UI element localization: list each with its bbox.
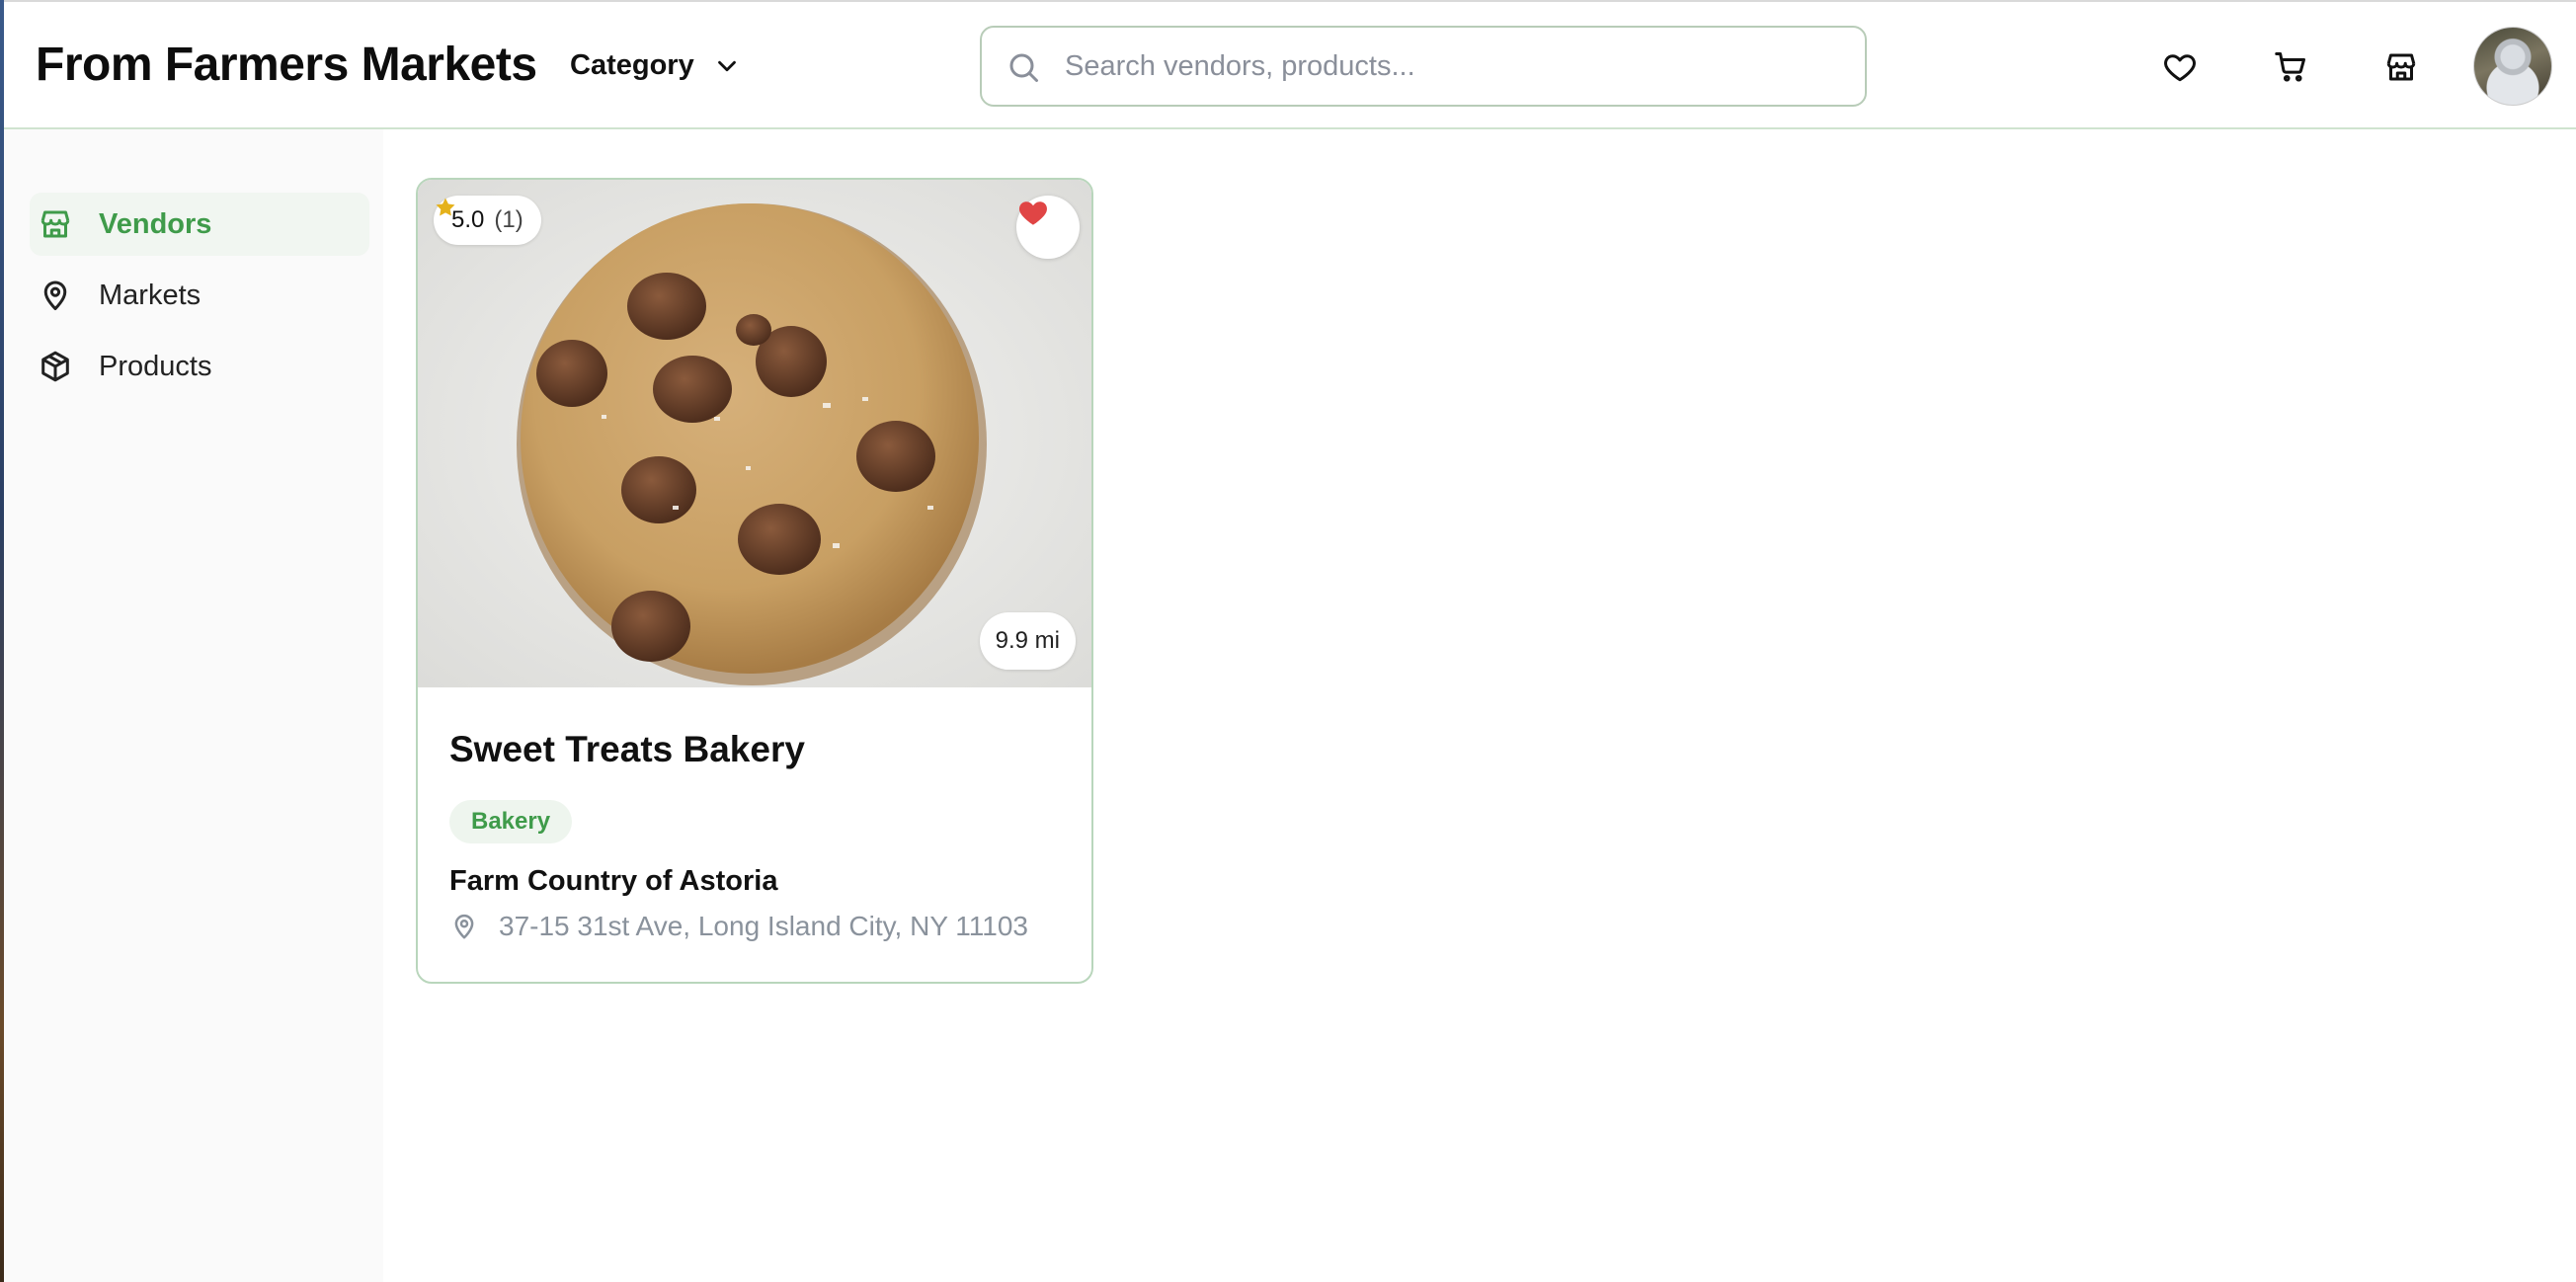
category-tag: Bakery (449, 800, 573, 843)
heart-filled-icon (1019, 201, 1047, 225)
cart-icon (2275, 52, 2305, 82)
star-icon (436, 198, 455, 216)
sidebar-item-label: Vendors (99, 207, 212, 240)
search-input[interactable] (1065, 28, 1845, 105)
rating-badge: 5.0 (1) (434, 196, 541, 245)
top-header: From Farmers Markets Category (4, 0, 2576, 129)
category-dropdown[interactable]: Category (570, 49, 742, 82)
address-text: 37-15 31st Ave, Long Island City, NY 111… (499, 911, 1028, 941)
user-avatar[interactable] (2473, 27, 2552, 106)
sidebar: Vendors Markets Products (4, 129, 383, 1282)
sidebar-item-markets[interactable]: Markets (30, 264, 369, 327)
vendor-image: 5.0 (1) 9.9 mi (418, 180, 1091, 687)
market-name: Farm Country of Astoria (449, 865, 778, 897)
store-icon (2386, 53, 2416, 81)
sidebar-item-label: Markets (99, 279, 201, 311)
search-icon (1009, 53, 1038, 82)
sidebar-item-label: Products (99, 350, 212, 382)
sidebar-item-products[interactable]: Products (30, 335, 369, 398)
distance-badge: 9.9 mi (979, 612, 1076, 670)
vendor-card[interactable]: 5.0 (1) 9.9 mi Sweet Treats Bakery Baker… (416, 178, 1093, 984)
vendor-address: 37-15 31st Ave, Long Island City, NY 111… (449, 911, 1028, 942)
search-bar (980, 26, 1867, 107)
cart-button[interactable] (2269, 45, 2312, 89)
map-pin-icon (43, 280, 67, 310)
category-label: Category (570, 49, 694, 81)
vendor-name: Sweet Treats Bakery (449, 729, 805, 769)
cookie-image (418, 180, 1091, 687)
my-store-button[interactable] (2379, 45, 2423, 89)
map-pin-icon (454, 914, 474, 939)
favorites-button[interactable] (2158, 45, 2202, 89)
heart-outline-icon (2164, 54, 2196, 82)
favorite-toggle-button[interactable] (1016, 196, 1080, 259)
sidebar-item-vendors[interactable]: Vendors (30, 193, 369, 256)
chevron-down-icon (717, 60, 736, 71)
rating-count: (1) (494, 206, 523, 233)
store-icon (40, 210, 70, 238)
package-icon (41, 351, 69, 382)
brand-logo-text[interactable]: From Farmers Markets (36, 38, 537, 92)
app-window: From Farmers Markets Category Vendors Ma… (0, 0, 2576, 1282)
